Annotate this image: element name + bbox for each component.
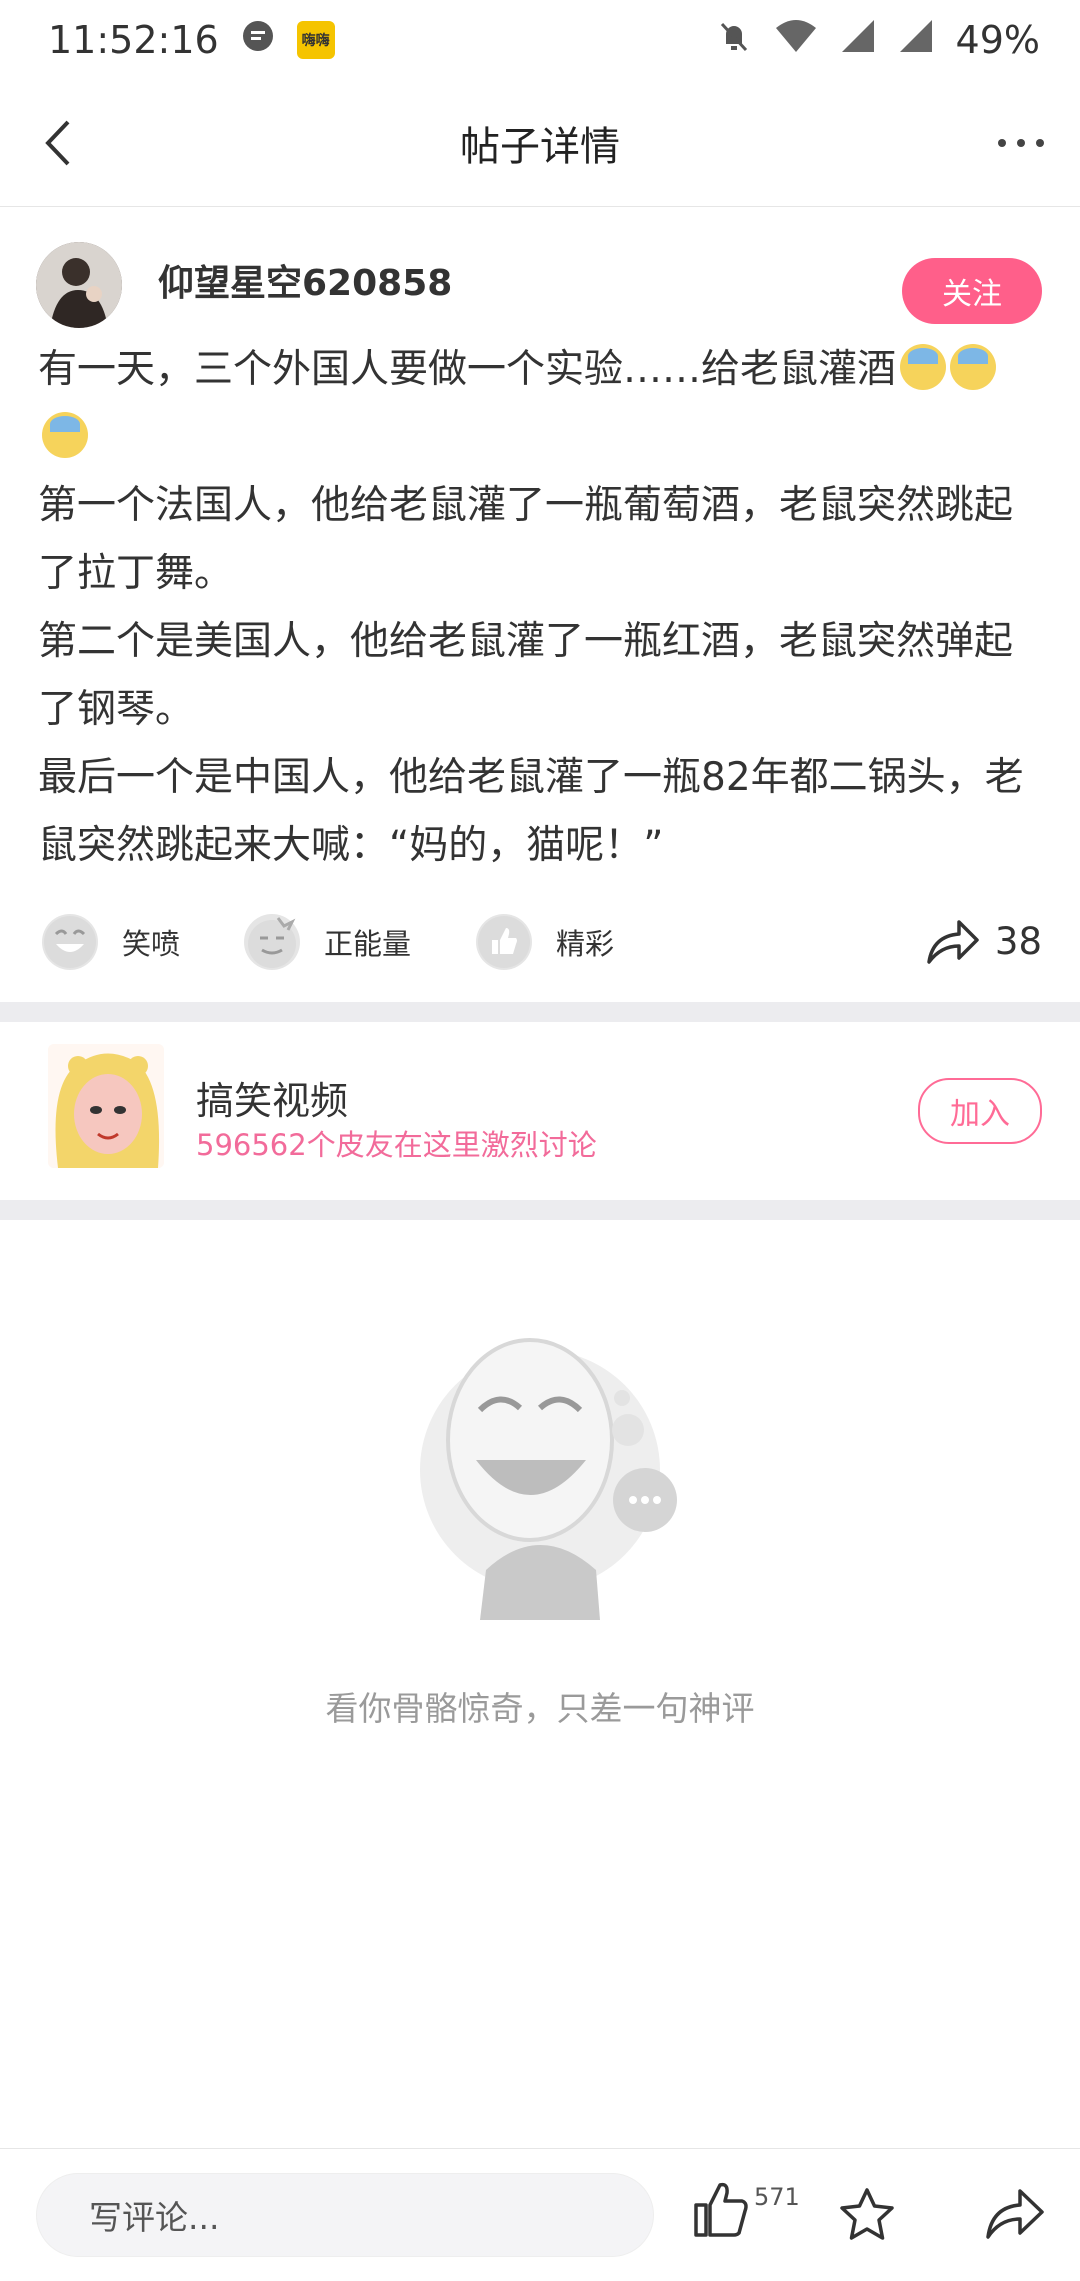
status-left: 11:52:16 嗨嗨 xyxy=(48,18,335,62)
post-line: 最后一个是中国人，他给老鼠灌了一瓶82年都二锅头，老鼠突然跳起来大喊：“妈的，猫… xyxy=(38,755,1024,868)
empty-comments-text: 看你骨骼惊奇，只差一句神评 xyxy=(325,1689,755,1728)
reaction-label: 笑喷 xyxy=(122,927,181,961)
signal-icon xyxy=(840,18,876,63)
share-button[interactable] xyxy=(984,2185,1046,2247)
group-description: 596562个皮友在这里激烈讨论 xyxy=(196,1128,597,1162)
post-line: 第一个法国人，他给老鼠灌了一瓶葡萄酒，老鼠突然跳起了拉丁舞。 xyxy=(38,483,1014,596)
bottom-bar: 写评论... 571 xyxy=(0,2148,1080,2281)
more-icon xyxy=(998,139,1044,147)
anxious-face-icon xyxy=(950,344,997,390)
message-icon xyxy=(241,18,275,62)
app-badge-icon: 嗨嗨 xyxy=(296,21,335,59)
reaction-great[interactable]: 精彩 xyxy=(476,914,614,970)
signal-icon-2 xyxy=(898,18,934,63)
anxious-face-icon xyxy=(900,344,947,390)
share-count: 38 xyxy=(994,919,1042,963)
cool-face-icon xyxy=(244,914,300,970)
reactions-bar: 笑喷 正能量 精彩 38 xyxy=(0,906,1080,986)
share-icon xyxy=(986,2189,1044,2239)
wifi-icon xyxy=(774,18,818,63)
nav-bar: 帖子详情 xyxy=(0,80,1080,207)
post-card: 仰望星空620858 关注 有一天，三个外国人要做一个实验……给老鼠灌酒 第一个… xyxy=(0,206,1080,1002)
page-title: 帖子详情 xyxy=(460,124,620,170)
back-button[interactable] xyxy=(30,113,90,173)
post-content: 有一天，三个外国人要做一个实验……给老鼠灌酒 第一个法国人，他给老鼠灌了一瓶葡萄… xyxy=(38,336,1038,880)
share-action[interactable]: 38 xyxy=(925,916,1042,966)
post-line-text: 有一天，三个外国人要做一个实验……给老鼠灌酒 xyxy=(38,347,897,392)
reaction-positive[interactable]: 正能量 xyxy=(244,914,411,970)
join-button[interactable]: 加入 xyxy=(918,1078,1042,1144)
avatar[interactable] xyxy=(36,242,122,328)
section-divider xyxy=(0,1200,1080,1220)
comment-input[interactable]: 写评论... xyxy=(36,2173,654,2257)
battery-level: 49% xyxy=(955,18,1040,62)
section-divider xyxy=(0,1002,1080,1022)
status-bar: 11:52:16 嗨嗨 49% xyxy=(0,0,1080,80)
star-icon xyxy=(840,2188,894,2240)
anxious-face-icon xyxy=(42,412,88,458)
follow-button[interactable]: 关注 xyxy=(902,258,1042,324)
author-name[interactable]: 仰望星空620858 xyxy=(158,254,452,306)
status-right: 49% xyxy=(716,18,1040,63)
post-line: 第二个是美国人，他给老鼠灌了一瓶红酒，老鼠突然弹起了钢琴。 xyxy=(38,619,1014,732)
share-icon xyxy=(927,920,979,964)
group-name: 搞笑视频 xyxy=(196,1079,349,1123)
back-arrow-icon xyxy=(45,120,70,166)
thumbs-up-icon xyxy=(476,914,532,970)
reaction-laugh[interactable]: 笑喷 xyxy=(42,914,180,970)
thumbs-up-icon xyxy=(694,2182,748,2237)
empty-comments: 看你骨骼惊奇，只差一句神评 xyxy=(0,1220,1080,2148)
like-count: 571 xyxy=(754,2183,800,2211)
reaction-label: 正能量 xyxy=(324,927,412,961)
laugh-face-icon xyxy=(42,914,98,970)
group-cover-image xyxy=(48,1044,164,1168)
laughing-character-icon xyxy=(390,1320,700,1620)
post-line: 有一天，三个外国人要做一个实验……给老鼠灌酒 xyxy=(38,336,1038,472)
mute-icon xyxy=(716,18,752,63)
favorite-button[interactable] xyxy=(836,2185,898,2247)
status-time: 11:52:16 xyxy=(48,18,219,62)
group-card[interactable]: 搞笑视频 596562个皮友在这里激烈讨论 加入 xyxy=(0,1022,1080,1200)
reaction-label: 精彩 xyxy=(556,927,615,961)
more-button[interactable] xyxy=(986,113,1056,173)
